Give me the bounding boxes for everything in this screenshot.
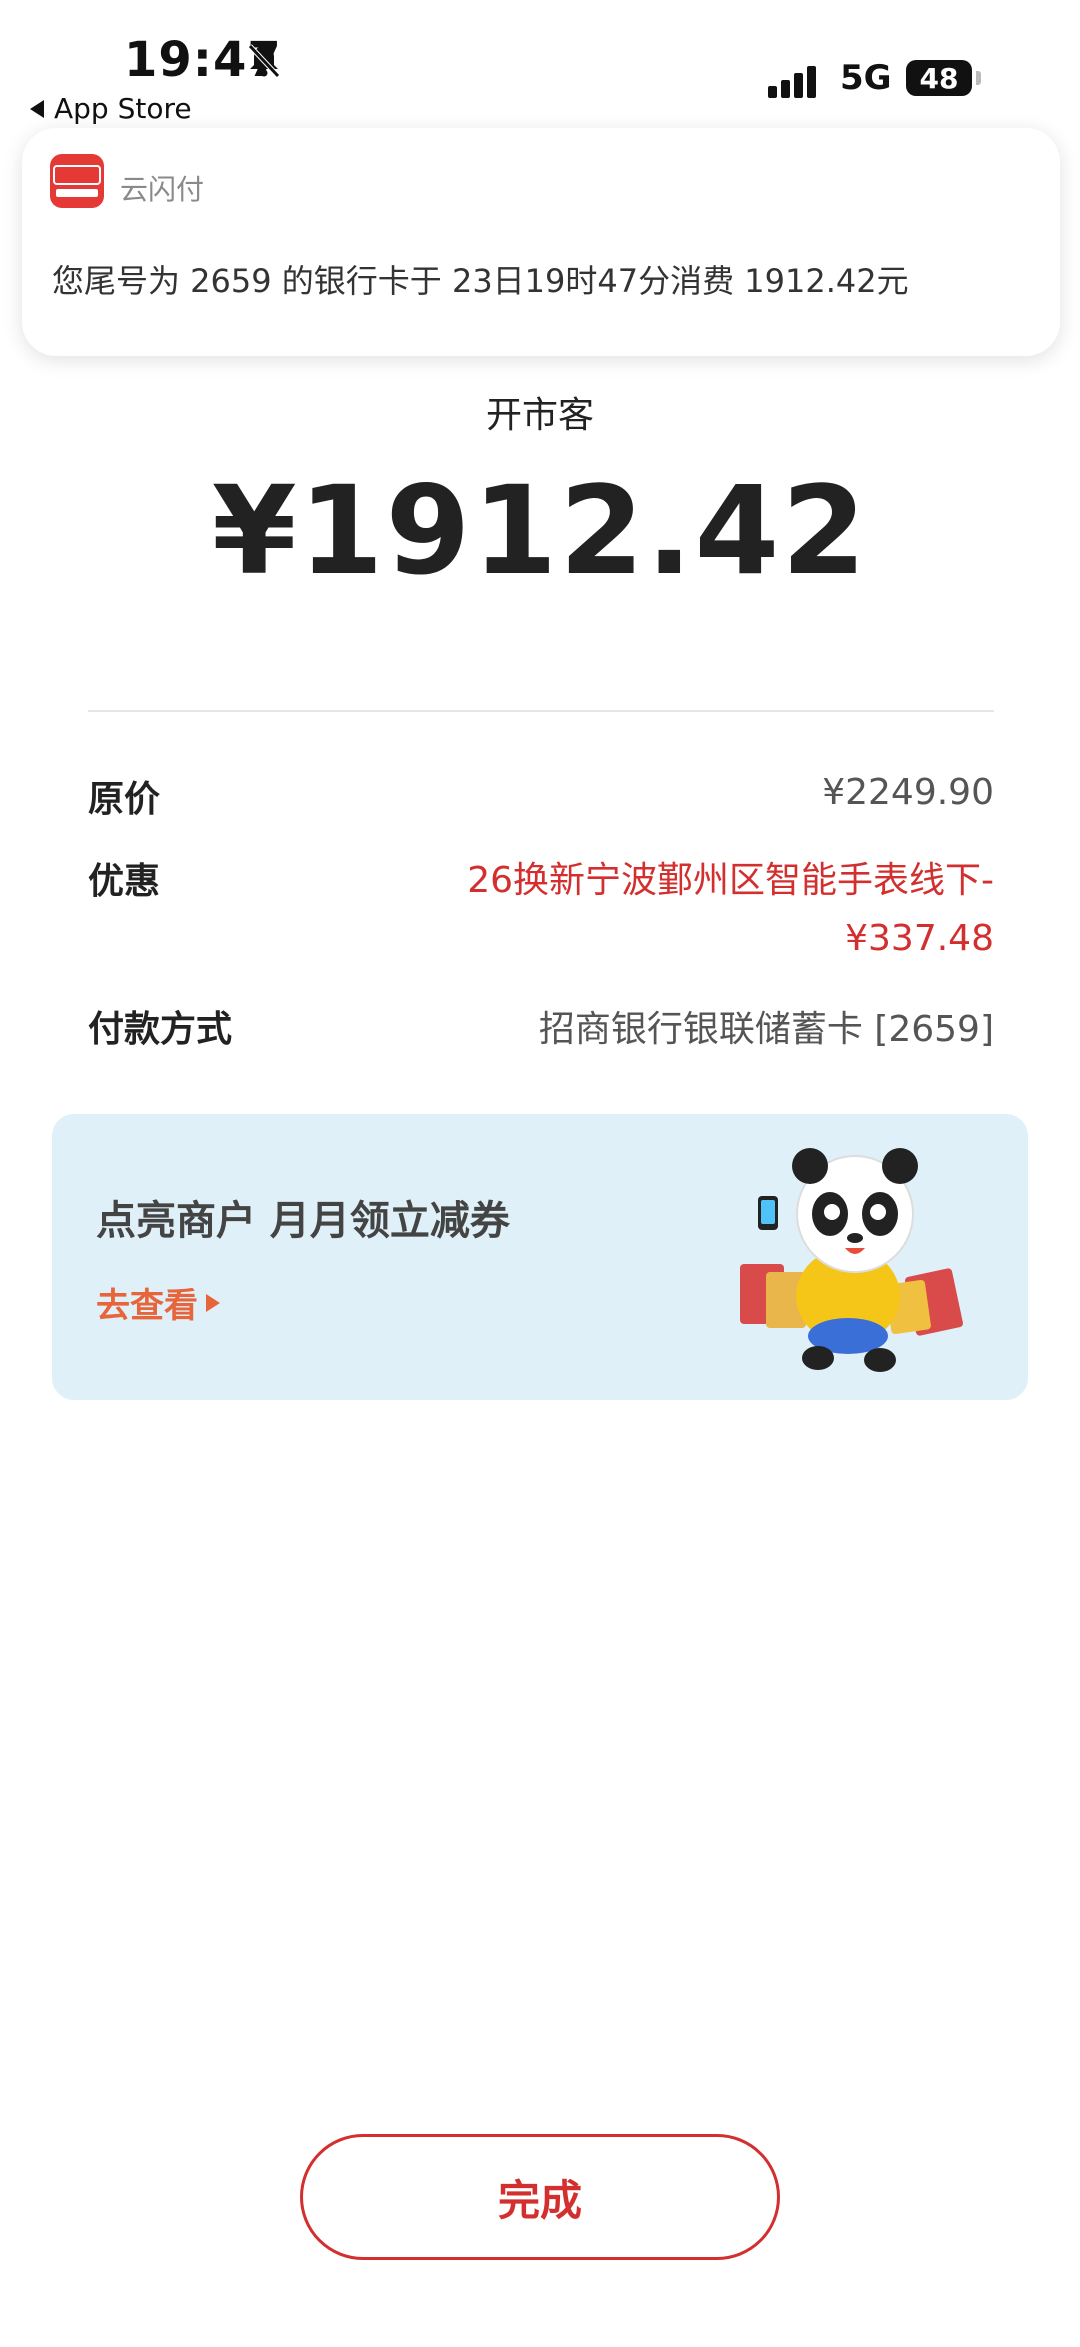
- battery-tip: [976, 71, 981, 85]
- original-price-value: ¥2249.90: [822, 772, 994, 813]
- promo-link-label: 去查看: [96, 1286, 198, 1326]
- discount-value: 26换新宁波鄞州区智能手表线下-¥337.48: [467, 860, 994, 959]
- notification-card[interactable]: [22, 128, 1060, 356]
- notification-message: 您尾号为 2659 的银行卡于 23日19时47分消费 1912.42元: [52, 262, 909, 300]
- app-icon: [50, 154, 104, 208]
- discount-label: 优惠: [88, 861, 161, 902]
- merchant-name: 开市客: [485, 395, 594, 436]
- back-label: App Store: [54, 92, 192, 125]
- notification-app-name: 云闪付: [120, 173, 205, 206]
- done-button[interactable]: 完成: [300, 2134, 780, 2260]
- bell-muted-icon: [248, 44, 280, 78]
- play-arrow-icon: [206, 1293, 220, 1312]
- back-arrow-icon: [30, 99, 44, 118]
- promo-view-link[interactable]: 去查看: [96, 1278, 220, 1327]
- promo-title: 点亮商户 月月领立减券: [96, 1198, 510, 1244]
- payment-method-label: 付款方式: [88, 1009, 233, 1050]
- cellular-signal-icon: [768, 62, 824, 98]
- battery-icon: 48: [906, 60, 972, 96]
- payment-amount: ¥1912.42: [211, 460, 869, 602]
- panda-mascot-illustration: [740, 1148, 963, 1372]
- network-type: 5G: [840, 58, 892, 98]
- divider: [88, 710, 994, 712]
- original-price-label: 原价: [88, 779, 161, 820]
- back-to-app-store-link[interactable]: App Store: [30, 92, 192, 125]
- payment-method-value: 招商银行银联储蓄卡 [2659]: [538, 1009, 994, 1050]
